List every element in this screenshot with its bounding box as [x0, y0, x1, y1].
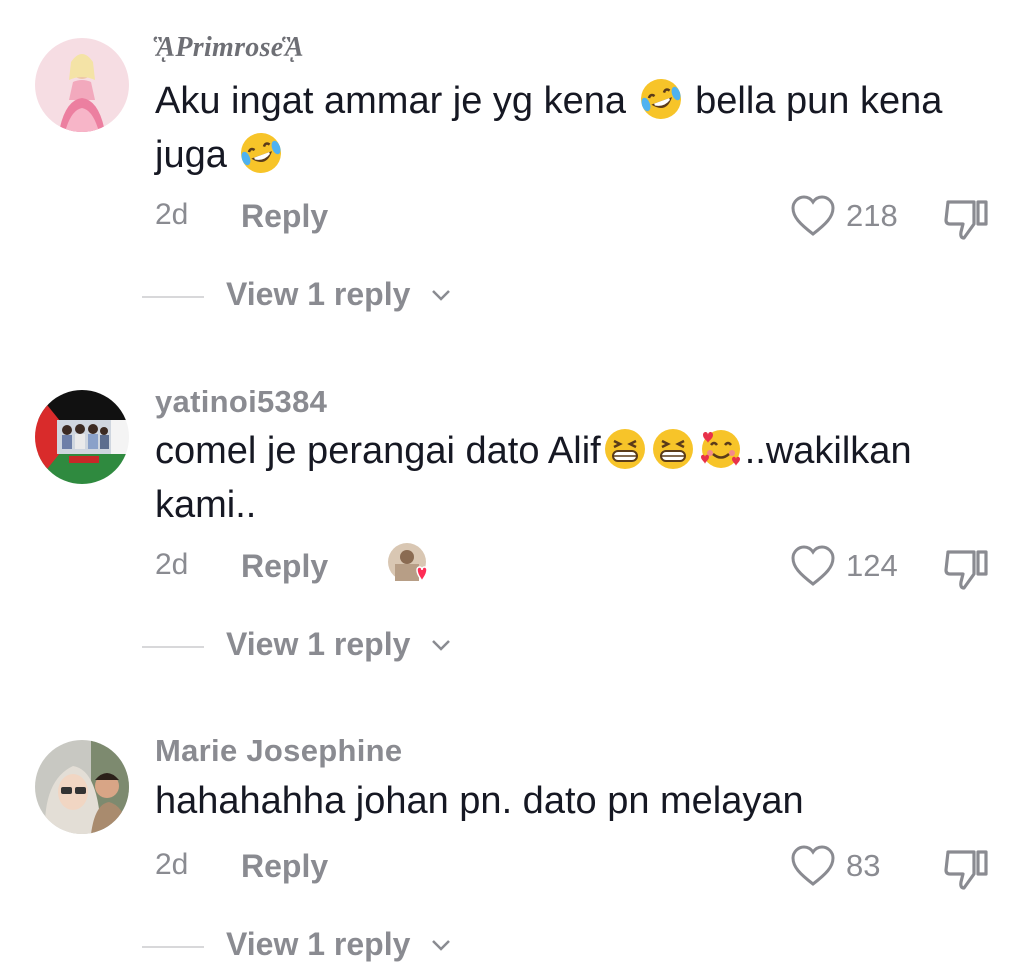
comment-text: Aku ingat ammar je yg kena bella pun ken… [155, 74, 995, 182]
username[interactable]: ᾋPrimroseᾋ [155, 32, 304, 64]
comment-text-part: comel je perangai dato Alif [155, 430, 601, 472]
heart-outline-icon [791, 195, 835, 236]
like-count: 124 [846, 548, 898, 583]
avatar[interactable] [35, 390, 129, 484]
rolling-on-floor-laughing-emoji-icon [639, 77, 683, 121]
chevron-down-icon [432, 940, 450, 951]
avatar[interactable] [35, 38, 129, 132]
thumbs-down-icon[interactable] [940, 844, 992, 894]
divider [142, 646, 204, 648]
comment-time: 2d [155, 848, 189, 881]
view-replies-label: View 1 reply [226, 926, 411, 962]
chevron-down-icon [432, 640, 450, 651]
view-replies-label: View 1 reply [226, 276, 411, 312]
comment-text: comel je perangai dato Alif ..wakilkan ka… [155, 424, 995, 532]
reply-button[interactable]: Reply [241, 548, 328, 585]
username[interactable]: Marie Josephine [155, 733, 402, 769]
like-count: 218 [846, 198, 898, 233]
grinning-squinting-emoji-icon [603, 427, 647, 471]
rolling-on-floor-laughing-emoji-icon [239, 131, 283, 175]
view-replies-label: View 1 reply [226, 626, 411, 662]
heart-outline-icon [791, 545, 835, 586]
grinning-squinting-emoji-icon [651, 427, 695, 471]
reply-button[interactable]: Reply [241, 848, 328, 885]
username[interactable]: yatinoi5384 [155, 384, 327, 420]
avatar[interactable] [35, 740, 129, 834]
like-count: 83 [846, 848, 881, 883]
comment-text: hahahahha johan pn. dato pn melayan [155, 780, 804, 822]
divider [142, 296, 204, 298]
smiling-with-hearts-emoji-icon [699, 427, 743, 471]
heart-outline-icon [791, 845, 835, 886]
divider [142, 946, 204, 948]
comment-text-part: Aku ingat ammar je yg kena [155, 80, 637, 122]
reply-button[interactable]: Reply [241, 198, 328, 235]
comment-time: 2d [155, 548, 189, 581]
chevron-down-icon [432, 290, 450, 301]
creator-liked-avatar [387, 542, 435, 588]
thumbs-down-icon[interactable] [940, 544, 992, 594]
comment-time: 2d [155, 198, 189, 231]
thumbs-down-icon[interactable] [940, 194, 992, 244]
